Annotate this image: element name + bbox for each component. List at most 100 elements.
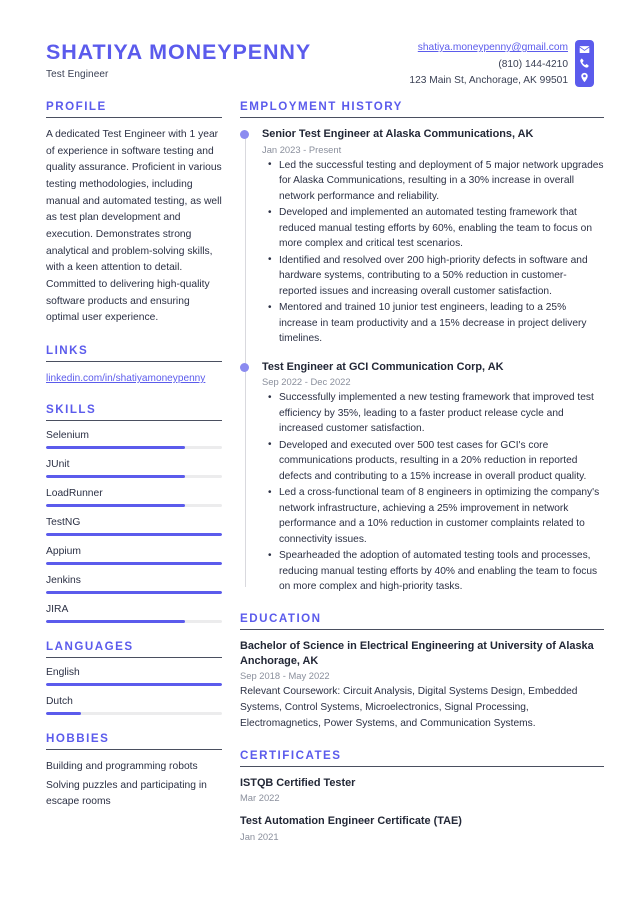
timeline-dot-icon: [240, 130, 249, 140]
bar-item: TestNG: [46, 517, 222, 537]
email-link[interactable]: shatiya.moneypenny@gmail.com: [409, 40, 568, 57]
job-bullet: Developed and implemented an automated t…: [268, 205, 604, 252]
hobby-item: Building and programming robots: [46, 761, 198, 773]
bar-track: [46, 591, 222, 595]
section-hobbies: HOBBIES Building and programming robots S…: [46, 732, 222, 810]
section-skills: SKILLS Selenium JUnit LoadRunner TestNG Appi…: [46, 403, 222, 624]
bar-label: Dutch: [46, 696, 73, 708]
certificate-entry: Test Automation Engineer Certificate (TA…: [240, 814, 604, 842]
envelope-icon: [579, 44, 590, 55]
section-profile: PROFILE A dedicated Test Engineer with 1…: [46, 100, 222, 327]
bar-track: [46, 683, 222, 687]
bar-fill: [46, 591, 222, 595]
section-divider: [46, 420, 222, 422]
job-bullet: Successfully implemented a new testing f…: [268, 390, 604, 437]
skills-list: Selenium JUnit LoadRunner TestNG Appium Jenki…: [46, 430, 222, 624]
section-certificates: CERTIFICATES ISTQB Certified Tester Mar 2…: [240, 749, 604, 842]
education-list: Bachelor of Science in Electrical Engine…: [240, 639, 604, 732]
address-value: 123 Main St, Anchorage, AK 99501: [409, 75, 568, 87]
job-bullet: Led a cross-functional team of 8 enginee…: [268, 485, 604, 547]
bar-track: [46, 533, 222, 537]
hobbies-list: Building and programming robots Solving p…: [46, 759, 222, 810]
section-divider: [240, 628, 604, 630]
bar-label: English: [46, 667, 80, 679]
bar-item: LoadRunner: [46, 488, 222, 508]
location-pin-icon: [579, 72, 590, 83]
certificate-date: Mar 2022: [240, 792, 280, 804]
section-heading-skills: SKILLS: [46, 403, 97, 417]
certificate-title: ISTQB Certified Tester: [240, 776, 356, 789]
right-column: EMPLOYMENT HISTORY Senior Test Engineer …: [240, 100, 604, 859]
employment-timeline: Senior Test Engineer at Alaska Communica…: [240, 127, 604, 595]
bar-label: Appium: [46, 546, 81, 558]
bar-fill: [46, 562, 222, 566]
bar-fill: [46, 683, 222, 687]
section-divider: [46, 116, 222, 118]
section-employment: EMPLOYMENT HISTORY Senior Test Engineer …: [240, 100, 604, 595]
job-bullet: Mentored and trained 10 junior test engi…: [268, 300, 604, 347]
bar-track: [46, 446, 222, 450]
bar-track: [46, 504, 222, 508]
section-heading-profile: PROFILE: [46, 99, 107, 113]
identity-block: SHATIYA MONEYPENNY Test Engineer: [46, 34, 311, 80]
bar-track: [46, 475, 222, 479]
contact-block: shatiya.moneypenny@gmail.com (810) 144-4…: [409, 34, 594, 90]
certificate-entry: ISTQB Certified Tester Mar 2022: [240, 776, 604, 804]
job-bullets: Led the successful testing and deploymen…: [262, 157, 604, 347]
timeline-dot-icon: [240, 363, 249, 373]
job-title: Test Engineer at GCI Communication Corp,…: [262, 360, 504, 373]
resume-columns: PROFILE A dedicated Test Engineer with 1…: [46, 100, 604, 859]
certificates-list: ISTQB Certified Tester Mar 2022 Test Autom…: [240, 776, 604, 842]
bar-item: Appium: [46, 546, 222, 566]
hobby-item: Solving puzzles and participating in esc…: [46, 780, 207, 807]
education-title: Bachelor of Science in Electrical Engine…: [240, 639, 594, 667]
education-description: Relevant Coursework: Circuit Analysis, D…: [240, 686, 578, 729]
bar-fill: [46, 504, 186, 508]
section-heading-languages: LANGUAGES: [46, 640, 134, 654]
job-bullet: Developed and executed over 500 test cas…: [268, 437, 604, 485]
education-date: Sep 2018 - May 2022: [240, 670, 330, 682]
left-column: PROFILE A dedicated Test Engineer with 1…: [46, 100, 222, 827]
job-bullet: Led the successful testing and deploymen…: [268, 157, 604, 205]
bar-fill: [46, 446, 186, 450]
bar-fill: [46, 533, 222, 537]
page-title: SHATIYA MONEYPENNY: [46, 40, 312, 64]
bar-label: JIRA: [46, 604, 69, 616]
phone-icon: [579, 58, 590, 69]
phone-value: (810) 144-4210: [498, 58, 568, 70]
bar-track: [46, 562, 222, 566]
languages-list: English Dutch: [46, 667, 222, 716]
job-bullet: Spearheaded the adoption of automated te…: [268, 548, 604, 595]
link-item[interactable]: linkedin.com/in/shatiyamoneypenny: [46, 371, 222, 386]
job-title-subtitle: Test Engineer: [46, 68, 109, 80]
section-heading-links: LINKS: [46, 343, 89, 357]
job-bullet: Identified and resolved over 200 high-pr…: [268, 252, 604, 300]
job-entry: Test Engineer at GCI Communication Corp,…: [240, 360, 604, 595]
bar-label: Jenkins: [46, 575, 81, 587]
section-divider: [240, 116, 604, 118]
section-heading-certificates: CERTIFICATES: [240, 748, 342, 762]
bar-label: JUnit: [46, 459, 70, 471]
bar-item: Jenkins: [46, 575, 222, 595]
section-education: EDUCATION Bachelor of Science in Electri…: [240, 612, 604, 732]
bar-label: TestNG: [46, 517, 81, 529]
section-divider: [46, 360, 222, 362]
section-links: LINKS linkedin.com/in/shatiyamoneypenny: [46, 344, 222, 386]
section-heading-hobbies: HOBBIES: [46, 732, 110, 746]
section-divider: [46, 657, 222, 659]
bar-fill: [46, 475, 186, 479]
job-date: Sep 2022 - Dec 2022: [262, 376, 351, 388]
job-bullets: Successfully implemented a new testing f…: [262, 390, 604, 595]
bar-item: Selenium: [46, 430, 222, 450]
resume-page: SHATIYA MONEYPENNY Test Engineer shatiya…: [0, 0, 640, 905]
bar-track: [46, 712, 222, 716]
jobs-list: Senior Test Engineer at Alaska Communica…: [240, 127, 604, 595]
bar-item: JUnit: [46, 459, 222, 479]
job-date: Jan 2023 - Present: [262, 143, 342, 155]
bar-track: [46, 620, 222, 624]
bar-fill: [46, 620, 186, 624]
section-languages: LANGUAGES English Dutch: [46, 640, 222, 716]
bar-item: JIRA: [46, 604, 222, 624]
section-heading-education: EDUCATION: [240, 611, 322, 625]
certificate-date: Jan 2021: [240, 831, 279, 843]
